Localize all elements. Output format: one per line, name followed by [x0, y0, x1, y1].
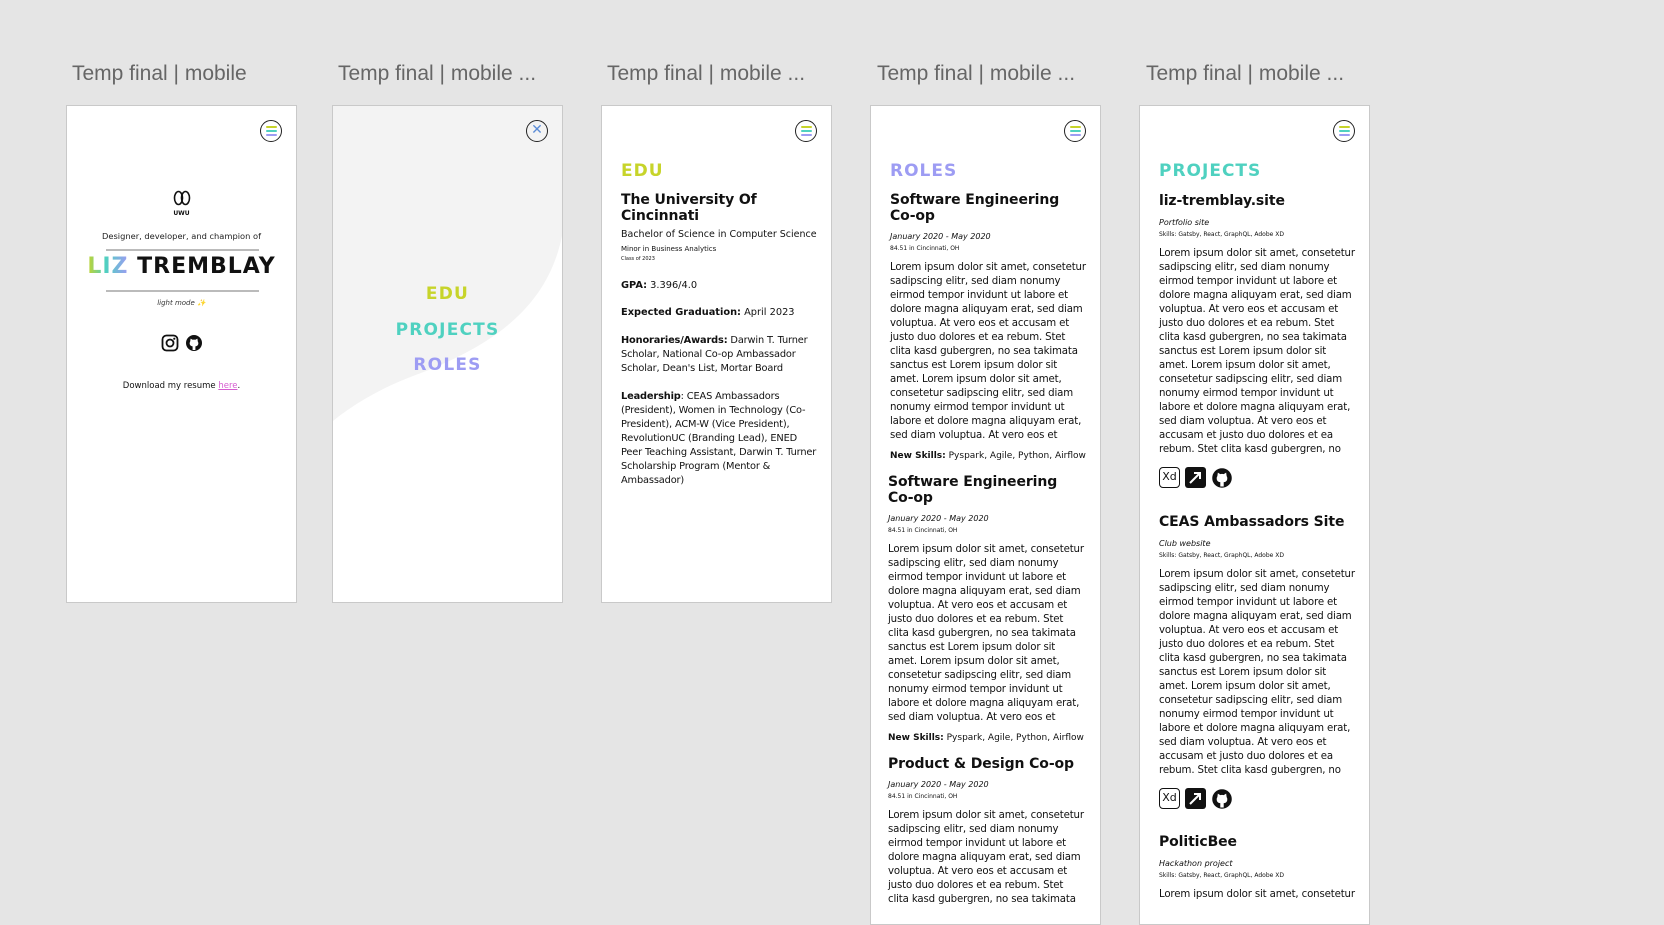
graduation-value: April 2023: [740, 307, 795, 318]
role-skills-label: New Skills:: [888, 733, 944, 743]
hamburger-menu-icon[interactable]: [260, 120, 282, 142]
name-last: TREMBLAY: [137, 254, 276, 279]
honors-label: Honoraries/Awards:: [621, 335, 728, 346]
name-heading: LIZ TREMBLAY: [67, 254, 296, 279]
role-skills: New Skills: Pyspark, Agile, Python, Airf…: [888, 733, 1086, 743]
frame-title-projects[interactable]: Temp final | mobile ...: [1146, 62, 1344, 86]
gpa-label: GPA:: [621, 280, 648, 291]
logo: UWU: [67, 190, 296, 217]
hamburger-menu-icon[interactable]: [1333, 120, 1355, 142]
roles-heading: ROLES: [890, 161, 958, 181]
degree: Bachelor of Science in Computer Science: [621, 229, 817, 240]
role-description: Lorem ipsum dolor sit amet, consetetur s…: [890, 262, 1086, 441]
nav-item-edu[interactable]: EDU: [333, 284, 562, 320]
graduation: Expected Graduation: April 2023: [621, 307, 821, 318]
role-title: Software Engineering Co-op: [890, 192, 1060, 224]
role-item: Product & Design Co-op January 2020 - Ma…: [888, 756, 1086, 907]
tagline: Designer, developer, and champion of: [101, 231, 262, 241]
project-subtitle: Portfolio site: [1159, 218, 1210, 227]
edu-entry: The University Of Cincinnati Bachelor of…: [621, 192, 821, 488]
hamburger-menu-icon[interactable]: [795, 120, 817, 142]
project-item: PoliticBee Hackathon project Skills: Gat…: [1159, 834, 1355, 902]
nav-item-projects[interactable]: PROJECTS: [333, 320, 562, 355]
project-title: CEAS Ambassadors Site: [1159, 514, 1345, 530]
project-links: Xd: [1159, 788, 1355, 810]
role-location: 84.51 in Cincinnati, OH: [888, 527, 958, 534]
divider-top: [106, 249, 259, 251]
divider-bottom: [106, 290, 259, 292]
mode-toggle[interactable]: light mode ✨: [67, 299, 296, 307]
graduation-label: Expected Graduation:: [621, 307, 741, 318]
project-skills: Skills: Gatsby, React, GraphQL, Adobe XD: [1159, 231, 1284, 238]
project-subtitle: Club website: [1159, 539, 1211, 548]
project-links: Xd: [1159, 467, 1355, 489]
project-description: Lorem ipsum dolor sit amet, consetetur s…: [1159, 248, 1355, 455]
hamburger-menu-icon[interactable]: [1064, 120, 1086, 142]
instagram-icon[interactable]: [161, 334, 179, 352]
role-title: Product & Design Co-op: [888, 756, 1074, 772]
frame-menu: ✕ EDU PROJECTS ROLES: [332, 105, 563, 603]
logo-mark-icon: [173, 190, 190, 206]
role-dates: January 2020 - May 2020: [888, 780, 989, 789]
frame-title-menu[interactable]: Temp final | mobile ...: [338, 62, 536, 86]
frame-home: UWU Designer, developer, and champion of…: [66, 105, 297, 603]
edu-heading: EDU: [621, 161, 664, 181]
honors: Honoraries/Awards: Darwin T. Turner Scho…: [621, 334, 821, 376]
projects-heading: PROJECTS: [1159, 161, 1262, 181]
social-links: [67, 334, 296, 352]
role-location: 84.51 in Cincinnati, OH: [888, 793, 958, 800]
gpa-value: 3.396/4.0: [647, 280, 698, 291]
close-icon[interactable]: ✕: [526, 120, 548, 142]
leadership: Leadership: CEAS Ambassadors (President)…: [621, 390, 821, 488]
role-skills: New Skills: Pyspark, Agile, Python, Airf…: [890, 451, 1088, 461]
role-title: Software Engineering Co-op: [888, 474, 1058, 506]
project-title: liz-tremblay.site: [1159, 193, 1285, 209]
project-item: CEAS Ambassadors Site Club website Skill…: [1159, 514, 1355, 810]
role-skills-label: New Skills:: [890, 451, 946, 461]
nav-menu: EDU PROJECTS ROLES: [333, 284, 562, 391]
leadership-label: Leadership: [621, 391, 681, 402]
project-skills: Skills: Gatsby, React, GraphQL, Adobe XD: [1159, 872, 1284, 879]
nav-item-roles[interactable]: ROLES: [333, 355, 562, 391]
role-skills-value: Pyspark, Agile, Python, Airflow: [945, 451, 1086, 461]
frame-projects: PROJECTS liz-tremblay.site Portfolio sit…: [1139, 105, 1370, 925]
resume-link[interactable]: here: [218, 381, 237, 391]
role-dates: January 2020 - May 2020: [890, 232, 991, 241]
role-description: Lorem ipsum dolor sit amet, consetetur s…: [888, 544, 1084, 723]
github-icon[interactable]: [1211, 788, 1233, 810]
role-location: 84.51 in Cincinnati, OH: [890, 245, 960, 252]
role-skills-value: Pyspark, Agile, Python, Airflow: [943, 733, 1084, 743]
project-item: liz-tremblay.site Portfolio site Skills:…: [1159, 193, 1355, 489]
frame-title-roles[interactable]: Temp final | mobile ...: [877, 62, 1075, 86]
adobe-xd-icon[interactable]: Xd: [1159, 788, 1180, 809]
adobe-xd-icon[interactable]: Xd: [1159, 467, 1180, 488]
frame-edu: EDU The University Of Cincinnati Bachelo…: [601, 105, 832, 603]
project-skills: Skills: Gatsby, React, GraphQL, Adobe XD: [1159, 552, 1284, 559]
frame-roles: ROLES Software Engineering Co-op January…: [870, 105, 1101, 925]
frame-title-edu[interactable]: Temp final | mobile ...: [607, 62, 805, 86]
class-of: Class of 2023: [621, 256, 655, 262]
resume-suffix: .: [237, 381, 241, 391]
role-item: Software Engineering Co-op January 2020 …: [888, 474, 1086, 743]
role-dates: January 2020 - May 2020: [888, 514, 989, 523]
role-description: Lorem ipsum dolor sit amet, consetetur s…: [888, 810, 1084, 905]
project-description: Lorem ipsum dolor sit amet, consetetur: [1159, 889, 1355, 900]
name-first: LIZ: [87, 254, 129, 279]
external-link-icon[interactable]: [1185, 788, 1206, 809]
frame-title-home[interactable]: Temp final | mobile: [72, 62, 247, 86]
leadership-value: : CEAS Ambassadors (President), Women in…: [621, 391, 817, 486]
logo-text: UWU: [173, 210, 190, 217]
resume-prefix: Download my resume: [122, 381, 219, 391]
project-description: Lorem ipsum dolor sit amet, consetetur s…: [1159, 569, 1355, 776]
role-item: Software Engineering Co-op January 2020 …: [890, 192, 1088, 461]
github-icon[interactable]: [1211, 467, 1233, 489]
minor: Minor in Business Analytics: [621, 245, 717, 253]
project-subtitle: Hackathon project: [1159, 859, 1233, 868]
gpa: GPA: 3.396/4.0: [621, 280, 821, 291]
github-icon[interactable]: [185, 334, 203, 352]
resume-line: Download my resume here.: [67, 381, 296, 391]
project-title: PoliticBee: [1159, 834, 1237, 850]
school-name: The University Of Cincinnati: [621, 192, 757, 224]
external-link-icon[interactable]: [1185, 467, 1206, 488]
